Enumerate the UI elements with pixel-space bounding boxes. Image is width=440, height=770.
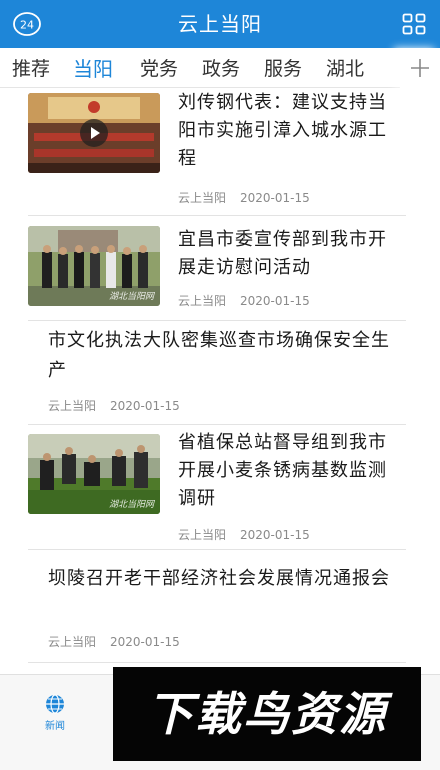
news-thumbnail (28, 93, 160, 173)
channel-tabs: 推荐 当阳 党务 政务 服务 湖北 (0, 48, 440, 88)
news-date: 2020-01-15 (240, 528, 310, 542)
tab-government-affairs[interactable]: 政务 (202, 54, 240, 84)
news-title: 刘传钢代表：建议支持当阳市实施引漳入城水源工程 (178, 92, 387, 169)
news-date: 2020-01-15 (240, 294, 310, 308)
news-date: 2020-01-15 (110, 399, 180, 413)
image-watermark: 湖北当阳网 (108, 292, 154, 302)
news-meta: 云上当阳 2020-01-15 (178, 526, 310, 543)
plus-icon[interactable] (400, 48, 440, 88)
news-meta: 云上当阳 2020-01-15 (178, 189, 310, 206)
news-feed: 刘传钢代表：建议支持当阳市实施引漳入城水源工程 云上当阳 2020-01-15 (0, 89, 440, 674)
news-item[interactable]: 湖北当阳网 省植保总站督导组到我市开展小麦条锈病基数监测调研 云上当阳 2020-… (28, 425, 406, 550)
tab-services[interactable]: 服务 (264, 54, 302, 84)
news-meta: 云上当阳 2020-01-15 (178, 292, 310, 309)
watermark-banner-text: 下载鸟资源 (147, 687, 387, 741)
news-source: 云上当阳 (48, 635, 97, 649)
tab-party-affairs[interactable]: 党务 (140, 54, 178, 84)
news-title: 市文化执法大队密集巡查市场确保安全生产 (48, 330, 390, 381)
app-header: 24 云上当阳 (0, 0, 440, 48)
tab-dangyang[interactable]: 当阳 (73, 54, 113, 84)
news-meta: 云上当阳 2020-01-15 (48, 633, 180, 650)
image-watermark: 湖北当阳网 (108, 500, 154, 510)
nav-item-news-label: 新闻 (45, 721, 65, 732)
tab-hubei[interactable]: 湖北 (326, 54, 364, 84)
news-date: 2020-01-15 (110, 635, 180, 649)
play-icon (80, 119, 108, 147)
grid-menu-icon[interactable] (402, 13, 426, 35)
news-item[interactable]: 市文化执法大队密集巡查市场确保安全生产 云上当阳 2020-01-15 (28, 321, 406, 425)
news-title: 宜昌市委宣传部到我市开展走访慰问活动 (178, 229, 387, 278)
news-title: 坝陵召开老干部经济社会发展情况通报会 (48, 568, 390, 589)
news-source: 云上当阳 (48, 399, 97, 413)
news-item[interactable]: 湖北当阳网 宜昌市委宣传部到我市开展走访慰问活动 云上当阳 2020-01-15 (28, 216, 406, 321)
news-source: 云上当阳 (178, 191, 227, 205)
news-meta: 云上当阳 2020-01-15 (48, 397, 180, 414)
globe-icon (46, 694, 64, 714)
news-source: 云上当阳 (178, 294, 227, 308)
news-date: 2020-01-15 (240, 191, 310, 205)
news-source: 云上当阳 (178, 528, 227, 542)
nav-item-news[interactable]: 新闻 (32, 687, 78, 732)
app-title: 云上当阳 (178, 12, 262, 36)
news-item[interactable]: 刘传钢代表：建议支持当阳市实施引漳入城水源工程 云上当阳 2020-01-15 (28, 89, 406, 216)
news-title: 省植保总站督导组到我市开展小麦条锈病基数监测调研 (178, 432, 387, 509)
tab-recommend[interactable]: 推荐 (12, 54, 50, 84)
news-thumbnail: 湖北当阳网 (28, 226, 160, 306)
news-thumbnail: 湖北当阳网 (28, 434, 160, 514)
watermark-banner: 下载鸟资源 (113, 667, 421, 761)
news-item[interactable]: 坝陵召开老干部经济社会发展情况通报会 云上当阳 2020-01-15 (28, 550, 406, 663)
